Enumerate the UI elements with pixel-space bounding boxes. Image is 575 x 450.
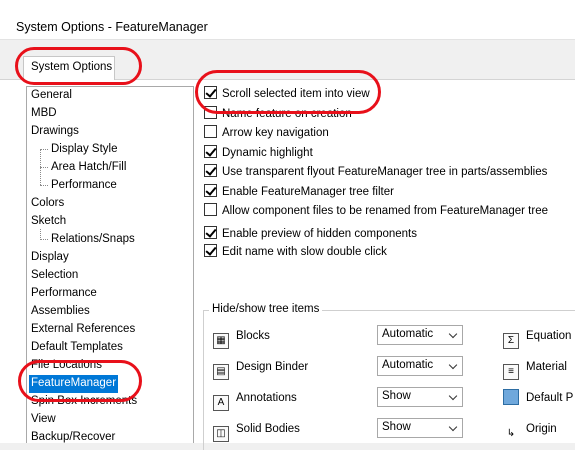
annotations-icon: A bbox=[213, 395, 229, 411]
option-scroll-selected-item[interactable]: Scroll selected item into view bbox=[204, 86, 370, 102]
option-enable-tree-filter[interactable]: Enable FeatureManager tree filter bbox=[204, 184, 394, 200]
tree-connector bbox=[40, 185, 48, 186]
tree-item-drawings-performance[interactable]: Performance bbox=[51, 177, 117, 195]
hide-show-item-equation: Σ Equation bbox=[503, 325, 572, 349]
item-label: Material bbox=[526, 361, 567, 373]
blocks-dropdown[interactable]: Automatic bbox=[377, 325, 463, 345]
row-label: Blocks bbox=[236, 330, 270, 342]
solid-bodies-icon: ◫ bbox=[213, 426, 229, 442]
item-label: Default P bbox=[526, 392, 574, 404]
option-label: Use transparent flyout FeatureManager tr… bbox=[222, 166, 548, 178]
tree-item-drawings[interactable]: Drawings bbox=[31, 123, 79, 141]
checkbox-checked[interactable] bbox=[204, 145, 217, 158]
checkbox-checked[interactable] bbox=[204, 164, 217, 177]
option-label: Edit name with slow double click bbox=[222, 246, 387, 258]
hide-show-group-label: Hide/show tree items bbox=[209, 303, 323, 315]
tree-item-selection[interactable]: Selection bbox=[31, 267, 78, 285]
tree-item-featuremanager[interactable]: FeatureManager bbox=[29, 375, 119, 393]
design-binder-icon: ▤ bbox=[213, 364, 229, 380]
origin-icon: ↳ bbox=[506, 428, 516, 439]
option-arrow-key-navigation[interactable]: Arrow key navigation bbox=[204, 125, 329, 141]
material-icon: ≡ bbox=[503, 364, 519, 380]
dropdown-value: Show bbox=[382, 390, 411, 402]
hide-show-row-design-binder: ▤ Design Binder bbox=[213, 356, 309, 380]
tree-item-file-locations[interactable]: File Locations bbox=[31, 357, 102, 375]
option-label: Dynamic highlight bbox=[222, 147, 313, 159]
option-allow-rename-components[interactable]: Allow component files to be renamed from… bbox=[204, 203, 548, 219]
hide-show-item-default-planes: Default P bbox=[503, 387, 573, 409]
dropdown-value: Automatic bbox=[382, 328, 434, 340]
tree-item-colors[interactable]: Colors bbox=[31, 195, 64, 213]
row-label: Solid Bodies bbox=[236, 423, 300, 435]
checkbox-checked[interactable] bbox=[204, 244, 217, 257]
chevron-down-icon bbox=[448, 329, 458, 339]
tree-item-performance[interactable]: Performance bbox=[31, 285, 97, 303]
option-name-feature-on-creation[interactable]: Name feature on creation bbox=[204, 106, 352, 122]
hide-show-row-annotations: A Annotations bbox=[213, 387, 297, 411]
checkbox-checked[interactable] bbox=[204, 86, 217, 99]
annotations-dropdown[interactable]: Show bbox=[377, 387, 463, 407]
hide-show-item-material: ≡ Material bbox=[503, 356, 567, 380]
solid-bodies-dropdown[interactable]: Show bbox=[377, 418, 463, 438]
tree-item-spin-box-increments[interactable]: Spin Box Increments bbox=[31, 393, 137, 411]
tree-item-display[interactable]: Display bbox=[31, 249, 69, 267]
tree-item-default-templates[interactable]: Default Templates bbox=[31, 339, 123, 357]
option-dynamic-highlight[interactable]: Dynamic highlight bbox=[204, 145, 313, 161]
tree-item-sketch[interactable]: Sketch bbox=[31, 213, 66, 231]
hide-show-row-solid-bodies: ◫ Solid Bodies bbox=[213, 418, 300, 442]
chevron-down-icon bbox=[448, 360, 458, 370]
window-title: System Options - FeatureManager bbox=[16, 20, 208, 34]
hide-show-item-origin: ↳ Origin bbox=[503, 418, 557, 440]
equation-icon: Σ bbox=[503, 333, 519, 349]
dropdown-value: Show bbox=[382, 421, 411, 433]
tree-item-display-style[interactable]: Display Style bbox=[51, 141, 117, 159]
row-label: Design Binder bbox=[236, 361, 309, 373]
option-label: Name feature on creation bbox=[222, 108, 352, 120]
tree-item-general[interactable]: General bbox=[31, 87, 72, 105]
blocks-icon: ▦ bbox=[213, 333, 229, 349]
option-preview-hidden-components[interactable]: Enable preview of hidden components bbox=[204, 226, 417, 242]
tree-item-external-references[interactable]: External References bbox=[31, 321, 135, 339]
category-tree[interactable]: General MBD Drawings Display Style Area … bbox=[26, 86, 194, 443]
tree-connector bbox=[40, 239, 48, 240]
option-label: Allow component files to be renamed from… bbox=[222, 205, 548, 217]
option-label: Enable preview of hidden components bbox=[222, 228, 417, 240]
checkbox-unchecked[interactable] bbox=[204, 106, 217, 119]
tree-connector bbox=[40, 167, 48, 168]
tree-item-area-hatch-fill[interactable]: Area Hatch/Fill bbox=[51, 159, 126, 177]
row-label: Annotations bbox=[236, 392, 297, 404]
default-planes-icon bbox=[503, 389, 519, 405]
tab-system-options[interactable]: System Options bbox=[23, 56, 115, 80]
checkbox-checked[interactable] bbox=[204, 226, 217, 239]
design-binder-dropdown[interactable]: Automatic bbox=[377, 356, 463, 376]
tree-item-relations-snaps[interactable]: Relations/Snaps bbox=[51, 231, 135, 249]
option-label: Arrow key navigation bbox=[222, 127, 329, 139]
checkbox-checked[interactable] bbox=[204, 184, 217, 197]
item-label: Equation bbox=[526, 330, 572, 342]
chevron-down-icon bbox=[448, 422, 458, 432]
hide-show-row-blocks: ▦ Blocks bbox=[213, 325, 270, 349]
tree-item-backup-recover[interactable]: Backup/Recover bbox=[31, 429, 115, 443]
chevron-down-icon bbox=[448, 391, 458, 401]
option-label: Scroll selected item into view bbox=[222, 88, 370, 100]
tree-item-assemblies[interactable]: Assemblies bbox=[31, 303, 90, 321]
dropdown-value: Automatic bbox=[382, 359, 434, 371]
checkbox-unchecked[interactable] bbox=[204, 125, 217, 138]
option-transparent-flyout[interactable]: Use transparent flyout FeatureManager tr… bbox=[204, 164, 547, 180]
checkbox-unchecked[interactable] bbox=[204, 203, 217, 216]
option-slow-double-click[interactable]: Edit name with slow double click bbox=[204, 244, 387, 260]
title-bar: System Options - FeatureManager bbox=[0, 0, 575, 40]
tree-item-view[interactable]: View bbox=[31, 411, 56, 429]
option-label: Enable FeatureManager tree filter bbox=[222, 186, 394, 198]
tree-item-mbd[interactable]: MBD bbox=[31, 105, 57, 123]
tree-connector bbox=[40, 149, 48, 150]
item-label: Origin bbox=[526, 423, 557, 435]
